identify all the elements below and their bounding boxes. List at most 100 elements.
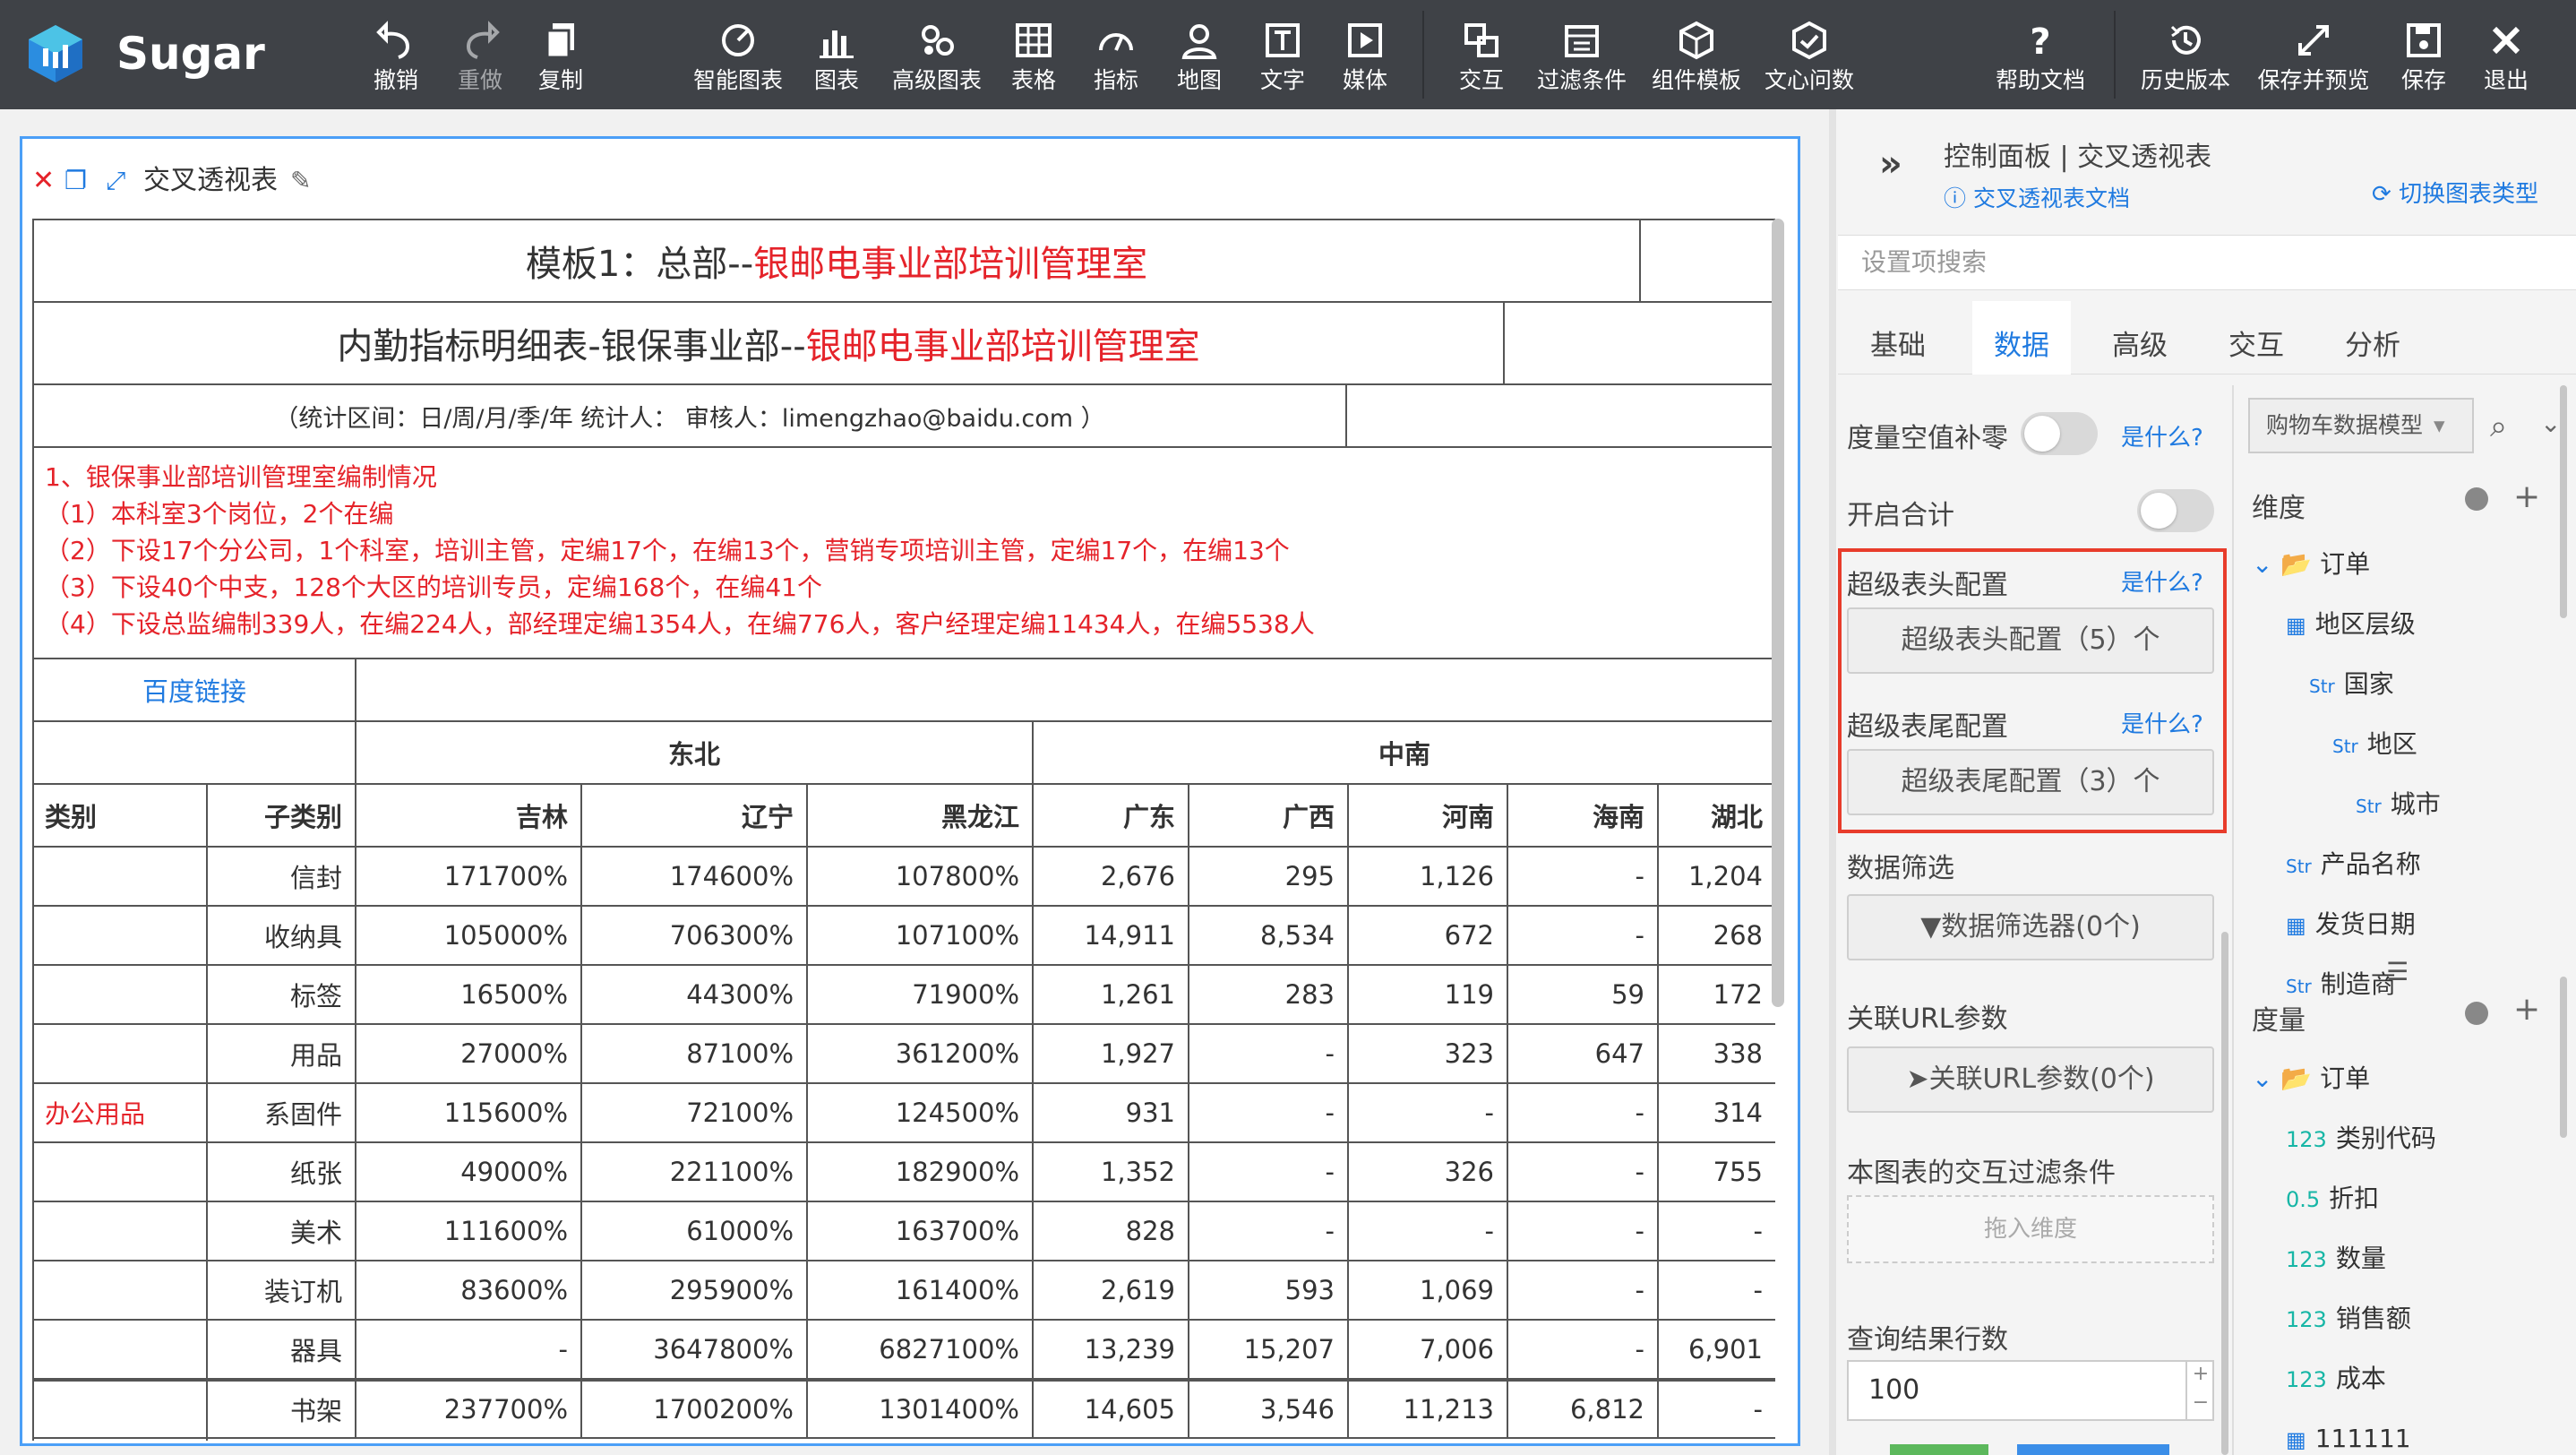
- field-item[interactable]: ⌄ 📂 订单: [2252, 1061, 2370, 1097]
- what-link[interactable]: 是什么?: [2121, 564, 2203, 598]
- value-cell: 171700%: [356, 848, 582, 905]
- add-dimension-icon[interactable]: +: [2513, 478, 2540, 515]
- search-icon[interactable]: ⌕: [2490, 409, 2507, 444]
- tab-basic[interactable]: 基础: [1849, 301, 1947, 375]
- field-item[interactable]: Str 地区: [2332, 727, 2417, 764]
- data-source-icon[interactable]: [2465, 487, 2488, 511]
- redo-button[interactable]: 重做: [450, 14, 511, 104]
- string-type-icon: Str: [2356, 796, 2382, 817]
- data-filter-button[interactable]: ▼数据筛选器(0个): [1847, 894, 2214, 960]
- ai-hex-icon: [1792, 21, 1826, 60]
- save-button[interactable]: 保存: [2393, 14, 2454, 104]
- field-item[interactable]: 123 成本: [2286, 1361, 2386, 1398]
- value-cell: 2,619: [1034, 1261, 1189, 1319]
- field-scrollbar[interactable]: [2560, 385, 2567, 618]
- metric-button[interactable]: 指标: [1086, 14, 1146, 104]
- pivot-doc-link[interactable]: ⓘ 交叉透视表文档: [1944, 181, 2130, 213]
- duplicate-icon[interactable]: ❐: [64, 159, 87, 202]
- drop-dimension-zone[interactable]: 拖入维度: [1847, 1195, 2214, 1263]
- field-item[interactable]: 123 类别代码: [2286, 1121, 2436, 1158]
- fullscreen-icon[interactable]: ⤢: [106, 159, 125, 202]
- data-source-icon[interactable]: [2465, 1002, 2488, 1025]
- column-header[interactable]: 类别: [34, 785, 208, 846]
- query-rows-input[interactable]: 100: [1847, 1360, 2214, 1421]
- subcategory-cell: 装订机: [208, 1261, 356, 1319]
- field-item[interactable]: ⌄ 📂 订单: [2252, 547, 2370, 582]
- save-icon: [2407, 23, 2441, 57]
- help-doc-button[interactable]: ? 帮助文档: [1990, 14, 2091, 104]
- value-cell: 2,676: [1034, 848, 1189, 905]
- subcategory-cell: 纸张: [208, 1143, 356, 1201]
- tab-analysis[interactable]: 分析: [2323, 301, 2422, 375]
- tab-advanced[interactable]: 高级: [2091, 301, 2189, 375]
- add-measure-icon[interactable]: +: [2513, 991, 2540, 1028]
- field-item[interactable]: 123 销售额: [2286, 1301, 2411, 1338]
- value-cell: 14,605: [1034, 1382, 1189, 1437]
- field-item[interactable]: ▦ 地区层级: [2286, 607, 2416, 643]
- super-footer-button[interactable]: 超级表尾配置（3）个: [1847, 749, 2214, 815]
- value-cell: 14,911: [1034, 907, 1189, 964]
- history-version-button[interactable]: 历史版本: [2135, 14, 2236, 104]
- field-item[interactable]: Str 产品名称: [2286, 847, 2421, 884]
- field-item[interactable]: ▦ 111111: [2286, 1421, 2411, 1455]
- panel-divider[interactable]: [1829, 109, 1836, 1455]
- value-cell: -: [1189, 1084, 1349, 1141]
- column-header[interactable]: 黑龙江: [808, 785, 1034, 846]
- filter-condition-button[interactable]: 过滤条件: [1532, 14, 1632, 104]
- field-item[interactable]: Str 国家: [2309, 667, 2394, 704]
- super-header-button[interactable]: 超级表头配置（5）个: [1847, 607, 2214, 674]
- column-header[interactable]: 子类别: [208, 785, 356, 846]
- column-header[interactable]: 广西: [1189, 785, 1349, 846]
- field-item[interactable]: ▦ 发货日期: [2286, 907, 2416, 943]
- field-item[interactable]: 123 数量: [2286, 1241, 2386, 1278]
- column-header[interactable]: 辽宁: [582, 785, 808, 846]
- confirm-button[interactable]: [1890, 1444, 1988, 1455]
- switch-chart-type[interactable]: ⟳ 切换图表类型: [2372, 176, 2538, 209]
- exit-button[interactable]: 退出: [2476, 14, 2537, 104]
- map-button[interactable]: 地图: [1169, 14, 1230, 104]
- advanced-chart-button[interactable]: 高级图表: [887, 14, 987, 104]
- text-button[interactable]: 文字: [1252, 14, 1313, 104]
- baidu-link[interactable]: 百度链接: [34, 659, 356, 720]
- total-toggle[interactable]: [2137, 489, 2214, 532]
- chevron-down-icon[interactable]: ⌄: [2540, 409, 2561, 438]
- smart-chart-button[interactable]: 智能图表: [688, 14, 788, 104]
- settings-scrollbar[interactable]: [2221, 932, 2228, 1455]
- field-item[interactable]: Str 城市: [2356, 787, 2441, 824]
- copy-button[interactable]: 复制: [530, 14, 591, 104]
- undo-button[interactable]: 撤销: [365, 14, 426, 104]
- settings-search-input[interactable]: 设置项搜索: [1838, 235, 2576, 290]
- wenxin-ask-button[interactable]: 文心问数: [1759, 14, 1859, 104]
- model-select[interactable]: 购物车数据模型 ▾: [2248, 398, 2474, 453]
- apply-button[interactable]: [2017, 1444, 2169, 1455]
- chart-button[interactable]: 图表: [806, 14, 867, 104]
- component-template-button[interactable]: 组件模板: [1646, 14, 1747, 104]
- drag-handle-icon[interactable]: ☰: [2386, 957, 2409, 986]
- interaction-button[interactable]: 交互: [1451, 14, 1512, 104]
- column-header[interactable]: 吉林: [356, 785, 582, 846]
- region-header-blank: [34, 722, 356, 783]
- string-type-icon: Str: [2286, 976, 2312, 997]
- url-param-button[interactable]: ➤关联URL参数(0个): [1847, 1046, 2214, 1113]
- field-item[interactable]: 0.5 折扣: [2286, 1181, 2379, 1218]
- undo-icon: [376, 21, 410, 59]
- what-link[interactable]: 是什么?: [2121, 419, 2203, 452]
- edit-pencil-icon[interactable]: ✎: [290, 159, 311, 202]
- field-scrollbar[interactable]: [2560, 977, 2567, 1138]
- delete-icon[interactable]: ✕: [32, 159, 55, 202]
- column-header[interactable]: 河南: [1349, 785, 1508, 846]
- save-preview-button[interactable]: 保存并预览: [2254, 14, 2374, 104]
- query-rows-stepper[interactable]: + −: [2185, 1360, 2214, 1421]
- column-header[interactable]: 广东: [1034, 785, 1189, 846]
- collapse-panel-icon[interactable]: »: [1879, 143, 1902, 185]
- column-header[interactable]: 海南: [1508, 785, 1659, 846]
- tab-interaction[interactable]: 交互: [2207, 301, 2306, 375]
- media-button[interactable]: 媒体: [1335, 14, 1395, 104]
- table-scrollbar[interactable]: [1772, 219, 1784, 1007]
- table-button[interactable]: 表格: [1003, 14, 1064, 104]
- what-link[interactable]: 是什么?: [2121, 706, 2203, 739]
- null-fill-toggle[interactable]: [2021, 412, 2098, 455]
- tab-data[interactable]: 数据: [1972, 301, 2071, 375]
- column-header[interactable]: 湖北: [1659, 785, 1775, 846]
- help-icon: ?: [2030, 22, 2050, 63]
